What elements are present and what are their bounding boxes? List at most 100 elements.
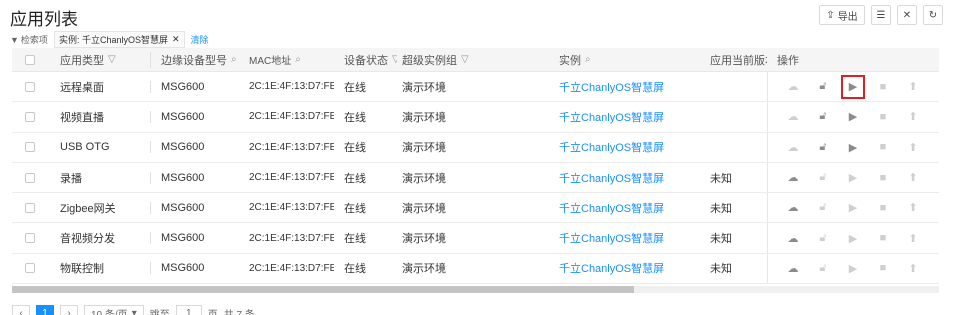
row-actions: ☁ 🔓︎ ▶ ■ ⬆ [767,162,939,193]
play-icon[interactable]: ▶ [838,102,868,131]
cell-version: 未知 [710,233,732,246]
cell-group: 演示环境 [402,81,446,94]
row-checkbox[interactable] [25,142,35,153]
stop-icon[interactable]: ■ [868,223,898,252]
total-count: 共 7 条 [223,309,255,315]
unlock-icon[interactable]: 🔓︎ [808,102,838,131]
search-icon[interactable]: ⌕ [295,54,301,65]
horizontal-scrollbar[interactable] [12,286,939,293]
refresh-button[interactable]: ↻ [923,5,943,25]
table-header: 应用类型 ▽ 边缘设备型号 ⌕ MAC地址 ⌕ 设备状态 ▽ 超级实例组 ▽ 实例 ⌕ 应用… [12,48,939,72]
scroll-thumb[interactable] [12,286,634,293]
page-title: 应用列表 [10,10,78,29]
row-checkbox[interactable] [25,202,35,213]
play-icon[interactable]: ▶ [838,193,868,222]
unlock-icon[interactable]: 🔓︎ [808,72,838,101]
upgrade-arrow-icon[interactable]: ⬆ [898,193,928,222]
col-type-header: 应用类型 ▽ [60,54,116,67]
cell-instance-link[interactable]: 千立ChanlyOS智慧屏 [549,79,700,95]
stop-icon[interactable]: ■ [868,193,898,222]
cloud-download-icon[interactable]: ☁ [778,163,808,192]
chevron-down-icon: ▾ [131,307,137,315]
unlock-icon[interactable]: 🔓︎ [808,133,838,162]
col-model-header: 边缘设备型号 ⌕ [150,51,239,68]
stop-icon[interactable]: ■ [868,163,898,192]
search-icon[interactable]: ⌕ [585,54,591,65]
col-status-header: 设备状态 ▽ [334,52,397,68]
filter-icon[interactable]: ▽ [461,54,469,65]
cell-instance-link[interactable]: 千立ChanlyOS智慧屏 [549,139,700,155]
cell-version: 未知 [710,263,732,276]
filter-clear-link[interactable]: 清除 [191,33,209,46]
cell-model: MSG600 [150,110,239,123]
cloud-download-icon[interactable]: ☁ [778,193,808,222]
search-icon[interactable]: ⌕ [231,54,237,65]
table-body: 远程桌面 MSG600 2C:1E:4F:13:D7:FE 在线 演示环境 千立Chanl… [12,72,939,285]
upgrade-arrow-icon[interactable]: ⬆ [898,254,928,283]
cell-instance-link[interactable]: 千立ChanlyOS智慧屏 [549,109,700,125]
cloud-download-icon[interactable]: ☁ [778,133,808,162]
close-button[interactable]: ✕ [897,5,917,25]
upgrade-arrow-icon[interactable]: ⬆ [898,72,928,101]
unlock-icon[interactable]: 🔓︎ [808,254,838,283]
cell-group: 演示环境 [402,233,446,246]
stop-icon[interactable]: ■ [868,133,898,162]
filter-label: ▼ 检索项 [10,34,48,46]
col-ops-header: 操作 [777,54,799,67]
stop-icon[interactable]: ■ [868,102,898,131]
select-all-checkbox[interactable] [25,54,35,65]
cloud-download-icon[interactable]: ☁ [778,223,808,252]
cell-mac: 2C:1E:4F:13:D7:FE [249,141,334,153]
row-actions: ☁ 🔓︎ ▶ ■ ⬆ [767,72,939,102]
play-icon[interactable]: ▶ [838,223,868,252]
cloud-download-icon[interactable]: ☁ [778,72,808,101]
upgrade-arrow-icon[interactable]: ⬆ [898,223,928,252]
table-row: Zigbee网关 MSG600 2C:1E:4F:13:D7:FE 在线 演示环境 千立C… [12,193,939,224]
cell-instance-link[interactable]: 千立ChanlyOS智慧屏 [549,170,700,186]
page-button-current[interactable]: 1 [36,305,54,315]
cell-instance-link[interactable]: 千立ChanlyOS智慧屏 [549,230,700,246]
play-icon[interactable]: ▶ [838,163,868,192]
play-icon[interactable]: ▶ [841,74,865,99]
row-actions: ☁ 🔓︎ ▶ ■ ⬆ [767,132,939,162]
prev-page-button[interactable]: ‹ [12,305,30,315]
cell-instance-link[interactable]: 千立ChanlyOS智慧屏 [549,200,700,216]
row-checkbox-cell [12,111,48,122]
upgrade-arrow-icon[interactable]: ⬆ [898,133,928,162]
unlock-icon[interactable]: 🔓︎ [808,163,838,192]
close-icon: ✕ [902,9,912,21]
next-page-button[interactable]: › [60,305,78,315]
filter-tag[interactable]: 实例: 千立ChanlyOS智慧屏 ✕ [53,31,185,48]
stop-icon[interactable]: ■ [868,72,898,101]
filter-button[interactable]: ☰ [871,5,891,25]
row-checkbox[interactable] [25,263,35,274]
cell-instance-link[interactable]: 千立ChanlyOS智慧屏 [549,260,700,276]
goto-input[interactable]: 1 [175,305,202,315]
page-size-select[interactable]: 10 条/页 ▾ [84,305,144,315]
row-checkbox[interactable] [25,81,35,92]
export-button[interactable]: ⇪ 导出 [819,5,865,25]
play-icon[interactable]: ▶ [838,254,868,283]
cell-model: MSG600 [150,232,239,245]
upgrade-arrow-icon[interactable]: ⬆ [898,163,928,192]
table-row: 音视频分发 MSG600 2C:1E:4F:13:D7:FE 在线 演示环境 千立Chan… [12,223,939,254]
cell-mac: 2C:1E:4F:13:D7:FE [249,202,334,214]
filter-icon[interactable]: ▽ [108,54,116,65]
cell-group: 演示环境 [402,111,446,124]
row-actions: ☁ 🔓︎ ▶ ■ ⬆ [767,253,939,284]
cloud-download-icon[interactable]: ☁ [778,254,808,283]
cell-mac: 2C:1E:4F:13:D7:FE [249,172,334,184]
play-icon[interactable]: ▶ [838,133,868,162]
tag-close-icon[interactable]: ✕ [172,34,180,45]
row-checkbox[interactable] [25,233,35,244]
cell-group: 演示环境 [402,142,446,155]
cloud-download-icon[interactable]: ☁ [778,102,808,131]
unlock-icon[interactable]: 🔓︎ [808,193,838,222]
upgrade-arrow-icon[interactable]: ⬆ [898,102,928,131]
row-checkbox-cell [12,202,48,213]
stop-icon[interactable]: ■ [868,254,898,283]
row-checkbox-cell [12,263,48,274]
row-checkbox[interactable] [25,111,35,122]
unlock-icon[interactable]: 🔓︎ [808,223,838,252]
row-checkbox[interactable] [25,172,35,183]
